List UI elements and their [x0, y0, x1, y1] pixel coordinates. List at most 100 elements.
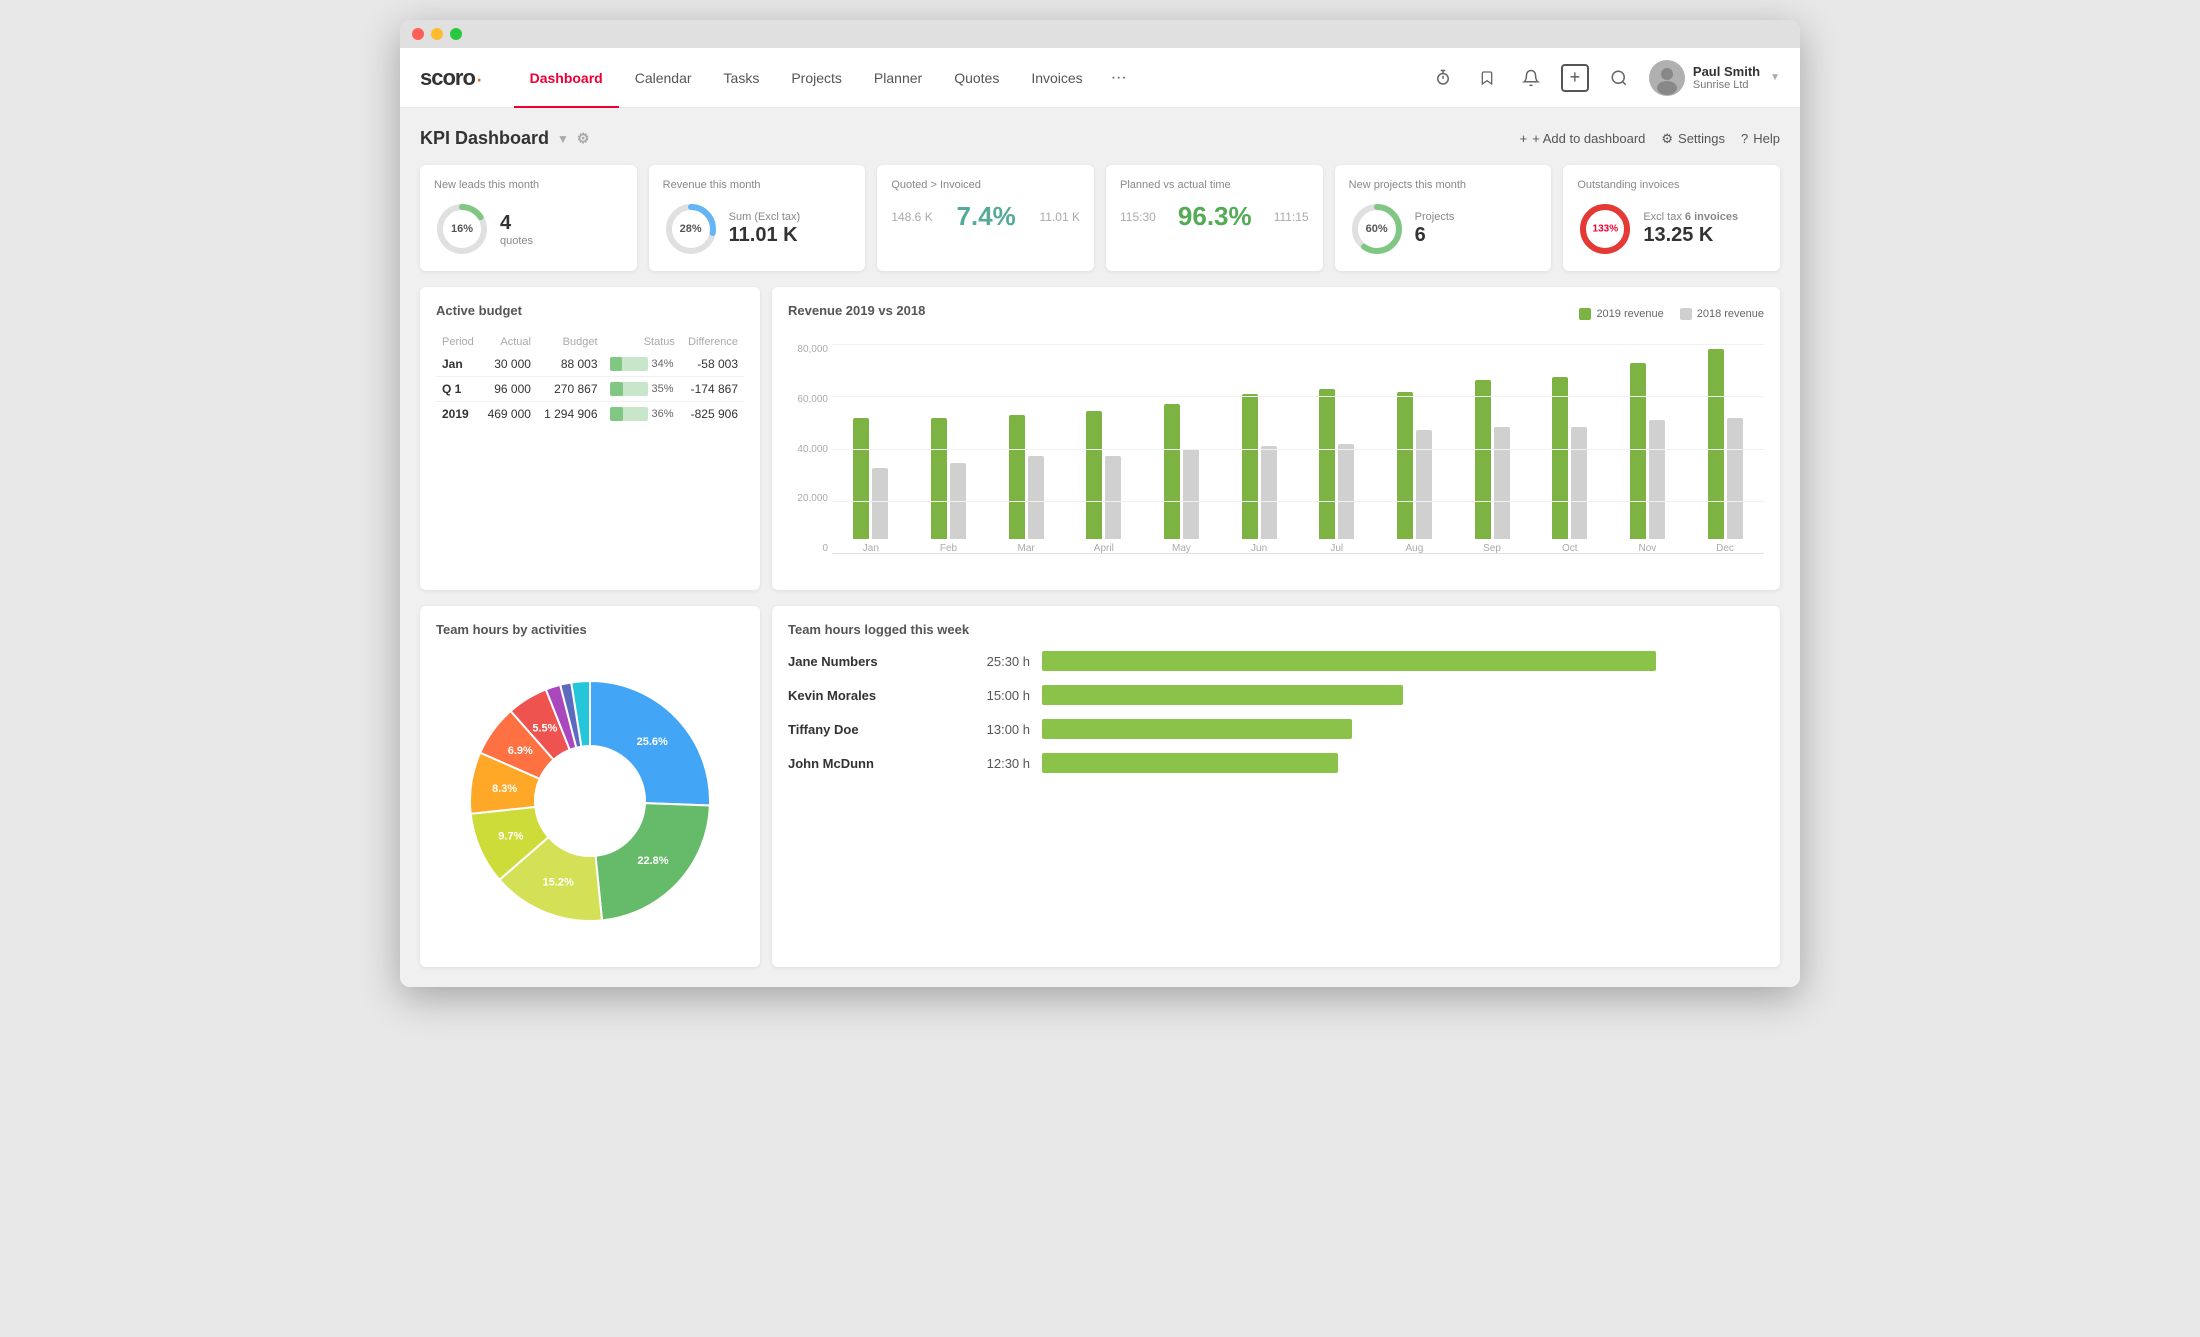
user-area[interactable]: Paul Smith Sunrise Ltd ▼ [1649, 60, 1780, 96]
bar-2019 [1397, 392, 1413, 539]
nav-more[interactable]: ··· [1099, 48, 1139, 108]
nav-right: + Paul Smith Sunrise Ltd ▼ [1429, 60, 1780, 96]
month-group: Mar [1009, 415, 1044, 554]
team-member-hours: 15:00 h [960, 688, 1030, 703]
settings-btn[interactable]: ⚙ Settings [1661, 131, 1725, 147]
actual-cell: 96 000 [481, 377, 537, 402]
month-label: Mar [1018, 543, 1035, 554]
team-member-name: Jane Numbers [788, 654, 948, 669]
bar-2018 [1183, 449, 1199, 539]
bar-2019 [1552, 377, 1568, 539]
nav-quotes[interactable]: Quotes [938, 48, 1015, 108]
logo-text: scoro [420, 65, 475, 91]
close-btn[interactable] [412, 28, 424, 40]
minimize-btn[interactable] [431, 28, 443, 40]
pie-label: 15.2% [543, 876, 574, 888]
bar-2019 [1475, 380, 1491, 539]
kpi-outstanding: Outstanding invoices 133% Excl tax 6 inv… [1563, 165, 1780, 271]
nav-invoices[interactable]: Invoices [1015, 48, 1098, 108]
team-member-hours: 13:00 h [960, 722, 1030, 737]
status-cell: 34% [604, 352, 681, 377]
team-row: Jane Numbers 25:30 h [788, 651, 1764, 671]
add-icon[interactable]: + [1561, 64, 1589, 92]
bookmark-icon[interactable] [1473, 64, 1501, 92]
month-label: Jun [1251, 543, 1267, 554]
bell-icon[interactable] [1517, 64, 1545, 92]
bar-2019 [931, 418, 947, 539]
legend-2019: 2019 revenue [1579, 308, 1663, 320]
dashboard-header: KPI Dashboard ▼ ⚙ + + Add to dashboard ⚙… [420, 128, 1780, 149]
pie-chart-container: 25.6%22.8%15.2%9.7%8.3%6.9%5.5% [436, 651, 744, 951]
team-bar-wrap [1042, 651, 1764, 671]
add-to-dashboard-btn[interactable]: + + Add to dashboard [1520, 131, 1646, 146]
team-bar-wrap [1042, 753, 1764, 773]
dashboard-controls: + + Add to dashboard ⚙ Settings ? Help [1520, 131, 1780, 147]
nav-projects[interactable]: Projects [775, 48, 858, 108]
logo[interactable]: scoro· [420, 65, 484, 91]
projects-donut: 60% [1349, 201, 1405, 257]
active-budget-title: Active budget [436, 303, 744, 318]
planned-pct: 96.3% [1178, 201, 1252, 232]
timer-icon[interactable] [1429, 64, 1457, 92]
nav-dashboard[interactable]: Dashboard [514, 48, 619, 108]
revenue-donut: 28% [663, 201, 719, 257]
team-hours-activities-title: Team hours by activities [436, 622, 744, 637]
nav-tasks[interactable]: Tasks [708, 48, 776, 108]
bar-2018 [1105, 456, 1121, 539]
team-bar-wrap [1042, 685, 1764, 705]
actual-cell: 30 000 [481, 352, 537, 377]
col-difference: Difference [681, 332, 744, 352]
diff-cell: -58 003 [681, 352, 744, 377]
team-row: Kevin Morales 15:00 h [788, 685, 1764, 705]
pie-chart: 25.6%22.8%15.2%9.7%8.3%6.9%5.5% [450, 661, 730, 941]
nav-planner[interactable]: Planner [858, 48, 938, 108]
month-group: Feb [931, 418, 966, 554]
month-group: Oct [1552, 377, 1587, 554]
kpi-planned-actual: Planned vs actual time 115:30 96.3% 111:… [1106, 165, 1323, 271]
team-member-hours: 25:30 h [960, 654, 1030, 669]
revenue-prefix: Sum (Excl tax) [729, 211, 852, 223]
bar-2018 [1028, 456, 1044, 539]
search-icon[interactable] [1605, 64, 1633, 92]
month-group: Jul [1319, 389, 1354, 554]
nav-calendar[interactable]: Calendar [619, 48, 708, 108]
team-hours-list: Jane Numbers 25:30 h Kevin Morales 15:00… [788, 651, 1764, 773]
leads-sub: quotes [500, 235, 623, 247]
bar-2018 [1416, 430, 1432, 539]
help-btn[interactable]: ? Help [1741, 131, 1780, 146]
filter-icon[interactable]: ⚙ [577, 130, 590, 147]
revenue-chart-title: Revenue 2019 vs 2018 [788, 303, 925, 318]
month-group: Aug [1397, 392, 1432, 554]
month-label: Aug [1406, 543, 1424, 554]
actual-cell: 469 000 [481, 402, 537, 427]
team-row: Tiffany Doe 13:00 h [788, 719, 1764, 739]
team-hours-panel: Team hours logged this week Jane Numbers… [772, 606, 1780, 967]
diff-cell: -174 867 [681, 377, 744, 402]
revenue-value: 11.01 K [729, 223, 852, 247]
pie-label: 22.8% [637, 855, 668, 867]
dashboard-title: KPI Dashboard ▼ ⚙ [420, 128, 589, 149]
mid-row: Active budget Period Actual Budget Statu… [420, 287, 1780, 590]
team-hours-title: Team hours logged this week [788, 622, 1764, 637]
month-group: Sep [1475, 380, 1510, 554]
month-group: April [1086, 411, 1121, 554]
quoted-left: 148.6 K [891, 210, 932, 224]
col-period: Period [436, 332, 481, 352]
team-bar [1042, 753, 1338, 773]
team-member-name: Kevin Morales [788, 688, 948, 703]
legend-2018-dot [1680, 308, 1692, 320]
month-label: April [1094, 543, 1114, 554]
col-actual: Actual [481, 332, 537, 352]
revenue-chart-panel: Revenue 2019 vs 2018 2019 revenue 2018 r… [772, 287, 1780, 590]
maximize-btn[interactable] [450, 28, 462, 40]
active-budget-panel: Active budget Period Actual Budget Statu… [420, 287, 760, 590]
user-info: Paul Smith Sunrise Ltd [1693, 64, 1760, 91]
month-label: Sep [1483, 543, 1501, 554]
month-label: Nov [1638, 543, 1656, 554]
bar-2018 [1649, 420, 1665, 539]
title-dropdown-icon[interactable]: ▼ [557, 132, 569, 146]
month-label: Oct [1562, 543, 1578, 554]
pie-label: 9.7% [498, 831, 523, 843]
pie-label: 5.5% [532, 722, 557, 734]
outstanding-value: 13.25 K [1643, 223, 1766, 247]
